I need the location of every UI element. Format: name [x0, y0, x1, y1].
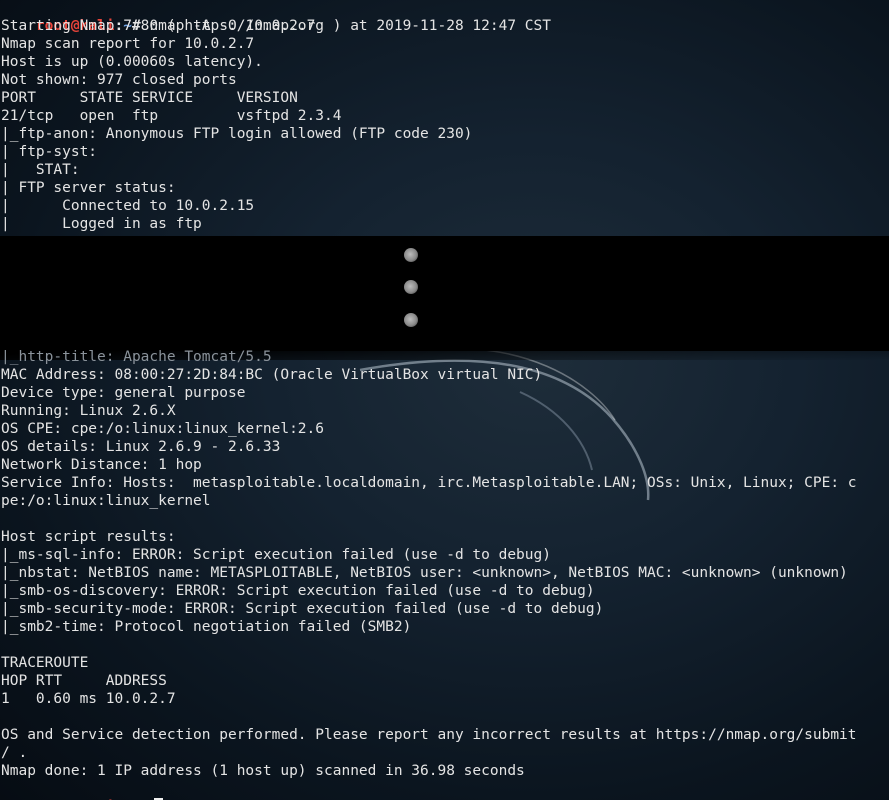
output-line: MAC Address: 08:00:27:2D:84:BC (Oracle V… — [1, 367, 543, 383]
output-line: 21/tcp open ftp vsftpd 2.3.4 — [1, 108, 342, 124]
output-line-faded: |_http-title: Apache Tomcat/5.5 — [1, 349, 272, 365]
output-line: TRACEROUTE — [1, 655, 89, 671]
terminal-window[interactable]: root@kali:~# nmap -A -O 10.0.2.7 Startin… — [0, 0, 889, 800]
output-line: OS and Service detection performed. Plea… — [1, 727, 857, 743]
output-line: | FTP server status: — [1, 180, 176, 196]
output-line: | Connected to 10.0.2.15 — [1, 198, 255, 214]
output-line: pe:/o:linux:linux_kernel — [1, 493, 211, 509]
output-line: 1 0.60 ms 10.0.2.7 — [1, 691, 176, 707]
output-line: |_nbstat: NetBIOS name: METASPLOITABLE, … — [1, 565, 848, 581]
output-line: | STAT: — [1, 162, 80, 178]
output-line: HOP RTT ADDRESS — [1, 673, 167, 689]
output-line: Running: Linux 2.6.X — [1, 403, 176, 419]
output-line: OS details: Linux 2.6.9 - 2.6.33 — [1, 439, 281, 455]
output-line: / . — [1, 745, 28, 761]
output-line: Host is up (0.00060s latency). — [1, 54, 263, 70]
output-line: |_smb-security-mode: ERROR: Script execu… — [1, 601, 604, 617]
output-line: | ftp-syst: — [1, 144, 98, 160]
output-line: Service Info: Hosts: metasploitable.loca… — [1, 475, 857, 491]
output-line: |_smb-os-discovery: ERROR: Script execut… — [1, 583, 595, 599]
output-line: |_ms-sql-info: ERROR: Script execution f… — [1, 547, 551, 563]
output-line: Nmap done: 1 IP address (1 host up) scan… — [1, 763, 525, 779]
output-line: Starting Nmap 7.80 ( https://nmap.org ) … — [1, 18, 551, 34]
output-line: |_smb2-time: Protocol negotiation failed… — [1, 619, 412, 635]
output-line: PORT STATE SERVICE VERSION — [1, 90, 298, 106]
output-line: Nmap scan report for 10.0.2.7 — [1, 36, 255, 52]
prompt-line-2[interactable]: root@kali:~# — [1, 780, 164, 800]
output-line: Device type: general purpose — [1, 385, 246, 401]
output-line: Host script results: — [1, 529, 176, 545]
prompt-line-1: root@kali:~# nmap -A -O 10.0.2.7 — [1, 0, 315, 34]
loading-dots-icon — [402, 248, 420, 332]
output-line: |_ftp-anon: Anonymous FTP login allowed … — [1, 126, 473, 142]
output-line: Not shown: 977 closed ports — [1, 72, 237, 88]
output-line: Network Distance: 1 hop — [1, 457, 202, 473]
output-line: OS CPE: cpe:/o:linux:linux_kernel:2.6 — [1, 421, 325, 437]
output-line: | Logged in as ftp — [1, 216, 202, 232]
